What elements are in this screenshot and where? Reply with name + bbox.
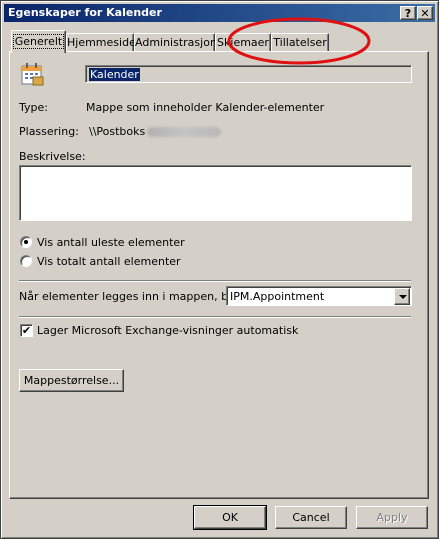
location-value: \\Postboks - <box>89 125 153 138</box>
chevron-down-icon[interactable] <box>394 288 410 305</box>
cancel-button[interactable]: Cancel <box>275 506 347 529</box>
tab-homepage[interactable]: Hjemmeside <box>66 33 136 51</box>
radio-show-total[interactable] <box>20 255 32 267</box>
calendar-icon <box>21 63 44 86</box>
description-textarea[interactable] <box>19 165 412 221</box>
help-button[interactable]: ? <box>400 6 416 20</box>
apply-button[interactable]: Apply <box>356 506 428 529</box>
folder-name-field[interactable]: Kalender <box>85 65 412 83</box>
checkmark-icon: ✔ <box>21 324 32 337</box>
close-button[interactable]: ✕ <box>417 6 433 20</box>
folder-name-value: Kalender <box>89 68 140 81</box>
auto-views-checkbox[interactable]: ✔ <box>20 324 33 337</box>
radio-show-total-label[interactable]: Vis totalt antall elementer <box>37 255 181 268</box>
post-form-select[interactable]: IPM.Appointment <box>226 286 412 306</box>
tab-general-label: Generelt <box>12 34 65 49</box>
location-label: Plassering: <box>19 125 79 138</box>
auto-views-label[interactable]: Lager Microsoft Exchange-visninger autom… <box>37 324 298 337</box>
redacted-mailbox-name <box>147 127 221 137</box>
description-label: Beskrivelse: <box>19 150 86 163</box>
radio-show-unread[interactable] <box>20 236 32 248</box>
type-label: Type: <box>19 101 48 114</box>
separator <box>19 280 411 282</box>
tab-homepage-label: Hjemmeside <box>67 36 136 49</box>
tab-general[interactable]: Generelt <box>11 30 66 53</box>
general-tab-panel <box>9 51 429 499</box>
properties-dialog: Egenskaper for Kalender ? ✕ Generelt Hje… <box>0 0 439 539</box>
post-form-label: Når elementer legges inn i mappen, bruk: <box>19 290 250 303</box>
ok-button[interactable]: OK <box>193 505 267 530</box>
post-form-value: IPM.Appointment <box>230 290 325 303</box>
tab-administration[interactable]: Administrasjon <box>134 33 217 51</box>
folder-size-button[interactable]: Mappestørrelse... <box>19 369 124 392</box>
tab-administration-label: Administrasjon <box>135 36 217 49</box>
type-value: Mappe som inneholder Kalender-elementer <box>86 101 325 114</box>
separator <box>19 316 411 318</box>
highlight-ellipse-annotation <box>227 17 371 65</box>
radio-show-unread-label[interactable]: Vis antall uleste elementer <box>37 236 185 249</box>
window-title: Egenskaper for Kalender <box>8 6 162 19</box>
radio-selected-dot <box>24 240 28 244</box>
